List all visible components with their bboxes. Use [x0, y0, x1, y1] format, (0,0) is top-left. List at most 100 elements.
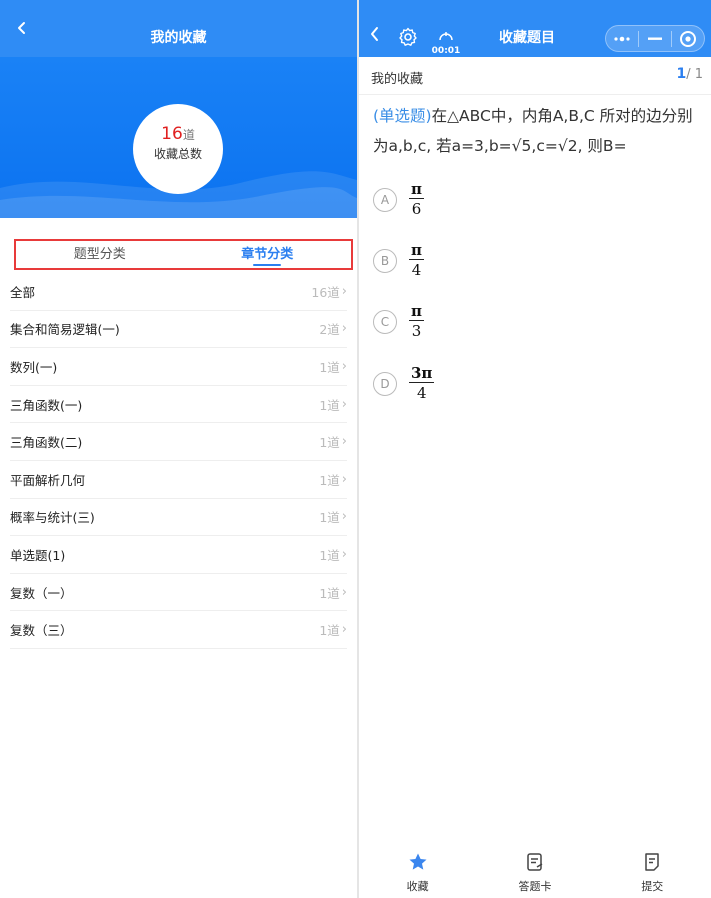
list-item-name: 复数（一） [10, 585, 73, 601]
timer: 00:01 [429, 26, 463, 56]
right-nav-bar: 00:01 收藏题目 [359, 0, 711, 57]
list-item[interactable]: 全部 16道 › [10, 273, 347, 311]
more-dots-icon [614, 36, 630, 41]
submit-button[interactable]: 提交 [594, 846, 711, 898]
screen: 我的收藏 16道 收藏总数 题型分类 章节分类 全部 16道 › 集合和简易逻辑(一… [0, 0, 711, 898]
more-button[interactable] [606, 26, 638, 51]
option-fraction: π4 [409, 241, 424, 280]
list-item-count: 1道 [319, 472, 340, 488]
option-d[interactable]: D 3π 4 [373, 364, 435, 403]
option-letter: A [373, 187, 397, 212]
chevron-right-icon: › [341, 283, 347, 299]
submit-icon [645, 853, 660, 871]
option-letter: C [373, 309, 397, 334]
left-nav-bar: 我的收藏 [0, 0, 357, 57]
settings-button[interactable] [398, 27, 418, 47]
chapter-list: 全部 16道 › 集合和简易逻辑(一) 2道 › 数列(一) 1道 › 三角函数(一) 1道 ›… [10, 273, 347, 649]
chevron-right-icon: › [341, 358, 347, 374]
chevron-right-icon: › [341, 471, 347, 487]
list-item-name: 数列(一) [10, 359, 58, 375]
list-item-count: 1道 [319, 435, 340, 451]
answer-card-button[interactable]: 答题卡 [476, 846, 593, 898]
option-letter: D [373, 371, 397, 396]
favorite-label: 收藏 [406, 880, 429, 893]
list-item[interactable]: 概率与统计(三) 1道 › [10, 499, 347, 537]
chevron-right-icon: › [341, 584, 347, 600]
list-item-count: 1道 [319, 397, 340, 413]
category-tabs: 题型分类 章节分类 [14, 239, 353, 270]
list-item[interactable]: 三角函数(一) 1道 › [10, 386, 347, 424]
fraction-denominator: 3 [411, 322, 422, 340]
option-fraction: 3π 4 [409, 364, 435, 403]
miniprogram-capsule [605, 25, 705, 52]
list-item-name: 全部 [10, 284, 36, 300]
fraction-denominator: 6 [411, 200, 422, 218]
fraction-numerator: 3π [411, 364, 433, 382]
list-item-name: 集合和简易逻辑(一) [10, 322, 120, 338]
list-item-name: 单选题(1) [10, 547, 66, 563]
answer-card-icon [527, 853, 543, 871]
submit-label: 提交 [641, 880, 664, 893]
chevron-left-icon [371, 27, 378, 41]
timer-value: 00:01 [431, 46, 461, 56]
list-item[interactable]: 数列(一) 1道 › [10, 348, 347, 386]
list-item-name: 概率与统计(三) [10, 510, 95, 526]
list-item-name: 复数（三） [10, 623, 73, 639]
list-item-count: 2道 [319, 322, 340, 338]
bottom-toolbar: 收藏 答题卡 提交 [359, 846, 711, 898]
total-count: 16 [161, 124, 183, 144]
gear-icon [399, 27, 417, 46]
chevron-right-icon: › [341, 546, 347, 562]
list-item[interactable]: 复数（三） 1道 › [10, 611, 347, 649]
page-title: 我的收藏 [150, 30, 207, 46]
list-item[interactable]: 单选题(1) 1道 › [10, 536, 347, 574]
chevron-right-icon: › [341, 434, 347, 450]
option-fraction: π6 [409, 180, 424, 219]
page-title: 收藏题目 [499, 30, 555, 46]
chevron-right-icon: › [341, 509, 347, 525]
summary-banner: 16道 收藏总数 [0, 57, 357, 218]
option-fraction: π3 [409, 302, 424, 341]
close-button[interactable] [672, 26, 704, 51]
list-item-count: 1道 [319, 359, 340, 375]
list-item[interactable]: 平面解析几何 1道 › [10, 461, 347, 499]
answer-card-label: 答题卡 [518, 880, 552, 893]
question-panel: 00:01 收藏题目 我的收藏 1/ 1 (单选题)在△ABC中，内角A,B,C… [359, 0, 711, 898]
option-a[interactable]: A π6 [373, 180, 424, 219]
list-item-name: 三角函数(一) [10, 397, 83, 413]
option-b[interactable]: B π4 [373, 241, 424, 280]
list-item-name: 平面解析几何 [10, 472, 86, 488]
list-item[interactable]: 三角函数(二) 1道 › [10, 423, 347, 461]
list-item-count: 1道 [319, 547, 340, 563]
chevron-right-icon: › [341, 396, 347, 412]
page-indicator: 1/ 1 [676, 66, 703, 82]
target-close-icon [680, 30, 696, 47]
list-item[interactable]: 集合和简易逻辑(一) 2道 › [10, 311, 347, 349]
minus-icon [648, 37, 662, 40]
fraction-numerator: π [411, 180, 422, 198]
collection-name: 我的收藏 [371, 72, 424, 87]
favorite-button[interactable]: 收藏 [359, 846, 476, 898]
total-count-label: 收藏总数 [153, 147, 202, 161]
list-item-count: 1道 [319, 585, 340, 601]
total-count-badge: 16道 收藏总数 [133, 104, 223, 194]
stopwatch-icon [439, 32, 453, 41]
favorites-panel: 我的收藏 16道 收藏总数 题型分类 章节分类 全部 16道 › 集合和简易逻辑(一… [0, 0, 357, 898]
fraction-numerator: π [411, 241, 422, 259]
total-count-unit: 道 [182, 128, 195, 142]
back-button[interactable] [365, 24, 385, 44]
fraction-numerator: π [411, 302, 422, 320]
minimize-button[interactable] [639, 26, 671, 51]
option-c[interactable]: C π3 [373, 302, 424, 341]
tab-question-type[interactable]: 题型分类 [16, 241, 184, 268]
list-item-count: 1道 [319, 510, 340, 526]
list-item-count: 1道 [319, 623, 340, 639]
question-subbar: 我的收藏 1/ 1 [359, 57, 711, 95]
fraction-denominator: 4 [416, 384, 427, 402]
star-icon [409, 853, 427, 870]
tab-chapter[interactable]: 章节分类 [184, 241, 352, 268]
list-item-name: 三角函数(二) [10, 435, 83, 451]
list-item-count: 16道 [311, 284, 340, 300]
list-item[interactable]: 复数（一） 1道 › [10, 574, 347, 612]
chevron-right-icon: › [341, 622, 347, 638]
